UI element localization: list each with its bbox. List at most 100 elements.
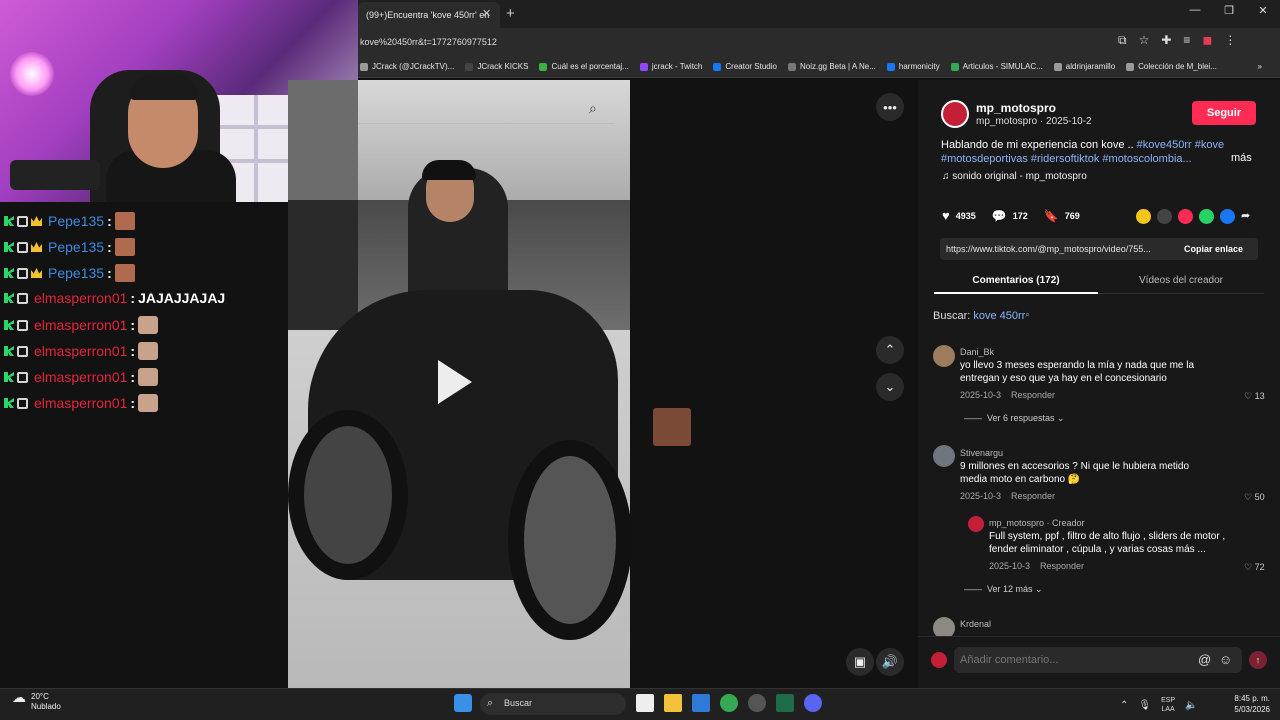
tab-creator-videos[interactable]: Vídeos del creador bbox=[1098, 275, 1264, 286]
new-tab-button[interactable]: + bbox=[506, 5, 515, 22]
app-icon[interactable] bbox=[776, 694, 794, 712]
bookmark-favicon-icon bbox=[787, 62, 796, 71]
comment-like[interactable]: ♡ 50 bbox=[1244, 492, 1265, 503]
coin-icon[interactable] bbox=[1136, 209, 1151, 224]
profile-icon[interactable]: ◼ bbox=[1202, 33, 1212, 48]
save-stat[interactable]: 🔖 769 bbox=[1044, 209, 1080, 223]
pip-button[interactable]: ▣ bbox=[846, 648, 874, 676]
reply-button[interactable]: Responder bbox=[1011, 390, 1055, 400]
emoji-icon[interactable]: ☺ bbox=[1219, 652, 1232, 667]
discord-icon[interactable] bbox=[804, 694, 822, 712]
mention-icon[interactable]: @ bbox=[1198, 652, 1211, 667]
bookmark-item[interactable]: aldrinjaramillo bbox=[1053, 62, 1115, 71]
media-icon[interactable]: ≡ bbox=[1183, 33, 1190, 48]
play-icon[interactable] bbox=[438, 360, 472, 404]
video-player[interactable]: ⌕ bbox=[288, 80, 630, 688]
comment-stat[interactable]: 💬 172 bbox=[992, 209, 1028, 223]
comment-avatar[interactable] bbox=[933, 445, 955, 467]
chat-username[interactable]: elmasperron01 bbox=[34, 317, 127, 333]
comment-author[interactable]: Stivenargu bbox=[960, 448, 1003, 458]
comment-input[interactable] bbox=[960, 654, 1180, 666]
share-arrow-icon[interactable]: ➦ bbox=[1241, 209, 1256, 224]
view-more-replies-button[interactable]: —— Ver 12 más ⌄ bbox=[964, 584, 1043, 595]
search-icon[interactable]: ⌕ bbox=[589, 100, 597, 117]
video-search-bar[interactable] bbox=[358, 94, 614, 124]
browser-tab[interactable]: (99+)Encuentra 'kove 450rr' en bbox=[358, 2, 500, 28]
like-stat[interactable]: ♥ 4935 bbox=[942, 208, 976, 223]
menu-icon[interactable]: ⋮ bbox=[1224, 33, 1236, 48]
chrome-icon[interactable] bbox=[720, 694, 738, 712]
search-suggestion[interactable]: Buscar: kove 450rr⌕ bbox=[933, 310, 1030, 322]
volume-icon[interactable]: 🔈 bbox=[1185, 700, 1197, 711]
chat-username[interactable]: Pepe135 bbox=[48, 265, 104, 281]
facebook-icon[interactable] bbox=[1220, 209, 1235, 224]
copy-link-button[interactable]: Copiar enlace bbox=[1184, 244, 1243, 254]
whatsapp-icon[interactable] bbox=[1199, 209, 1214, 224]
reply-button[interactable]: Responder bbox=[1040, 561, 1084, 571]
more-link[interactable]: más bbox=[1231, 152, 1252, 164]
chat-username[interactable]: elmasperron01 bbox=[34, 395, 127, 411]
embed-icon[interactable] bbox=[1157, 209, 1172, 224]
sound-link[interactable]: ♫ sonido original - mp_motospro bbox=[942, 171, 1087, 182]
maximize-button[interactable]: ❐ bbox=[1212, 4, 1246, 24]
bookmark-item[interactable]: Noiz.gg Beta | A Ne... bbox=[787, 62, 876, 71]
bookmark-item[interactable]: JCrack (@JCrackTV)... bbox=[360, 62, 454, 71]
taskbar-search[interactable]: ⌕ Buscar bbox=[480, 693, 626, 715]
mail-icon[interactable] bbox=[692, 694, 710, 712]
rear-wheel bbox=[508, 440, 630, 640]
reply-author[interactable]: mp_motospro · Creador bbox=[989, 518, 1085, 528]
comment-like[interactable]: ♡ 13 bbox=[1244, 391, 1265, 402]
chat-username[interactable]: elmasperron01 bbox=[34, 343, 127, 359]
tab-close-icon[interactable]: ✕ bbox=[482, 7, 491, 20]
language-indicator[interactable]: ESP LAA bbox=[1161, 696, 1175, 714]
author-avatar[interactable] bbox=[941, 100, 969, 128]
chat-message: Pepe135 : bbox=[4, 264, 135, 282]
view-replies-button[interactable]: —— Ver 6 respuestas ⌄ bbox=[964, 413, 1065, 424]
reply-text: Full system, ppf , filtro de alto flujo … bbox=[989, 531, 1226, 555]
reply-button[interactable]: Responder bbox=[1011, 491, 1055, 501]
send-icon[interactable] bbox=[1178, 209, 1193, 224]
mic-icon[interactable]: 🎙 bbox=[1138, 700, 1151, 711]
chat-username[interactable]: Pepe135 bbox=[48, 213, 104, 229]
bookmark-item[interactable]: harmonicity bbox=[886, 62, 940, 71]
reply-like[interactable]: ♡ 72 bbox=[1244, 562, 1265, 573]
comment-avatar[interactable] bbox=[933, 345, 955, 367]
bookmark-item[interactable]: jcrack - Twitch bbox=[639, 62, 702, 71]
minimize-button[interactable]: — bbox=[1178, 4, 1212, 24]
task-view-icon[interactable] bbox=[636, 694, 654, 712]
bookmark-item[interactable]: Creator Studio bbox=[713, 62, 777, 71]
chat-username[interactable]: Pepe135 bbox=[48, 239, 104, 255]
bookmark-item[interactable]: JCrack KICKS bbox=[465, 62, 528, 71]
bookmark-item[interactable]: Articulos - SIMULAC... bbox=[950, 62, 1043, 71]
previous-video-button[interactable]: ⌃ bbox=[876, 336, 904, 364]
comment-author[interactable]: Dani_Bk bbox=[960, 347, 994, 357]
weather-widget[interactable]: ☁ 20°C Nublado bbox=[12, 690, 61, 712]
volume-button[interactable]: 🔊 bbox=[876, 648, 904, 676]
send-button[interactable]: ↑ bbox=[1249, 651, 1267, 669]
follow-button[interactable]: Seguir bbox=[1192, 101, 1256, 125]
author-name[interactable]: mp_motospro bbox=[976, 101, 1056, 115]
bookmark-item[interactable]: Colección de M_blei... bbox=[1126, 62, 1217, 71]
file-explorer-icon[interactable] bbox=[664, 694, 682, 712]
bookmark-item[interactable]: Cuál es el porcentaj... bbox=[539, 62, 629, 71]
moderator-badge-icon bbox=[17, 319, 28, 331]
tab-comments[interactable]: Comentarios (172) bbox=[934, 275, 1098, 286]
close-window-button[interactable]: ✕ bbox=[1246, 4, 1280, 24]
chevron-up-icon[interactable]: ⌃ bbox=[1120, 700, 1128, 711]
chat-username[interactable]: elmasperron01 bbox=[34, 290, 127, 306]
next-video-button[interactable]: ⌄ bbox=[876, 373, 904, 401]
extensions-icon[interactable]: ✚ bbox=[1161, 33, 1171, 48]
url-text[interactable]: kove%20450rr&t=1772760977512 bbox=[360, 37, 497, 47]
comment-author[interactable]: Krdenal bbox=[960, 619, 991, 629]
reply-avatar[interactable] bbox=[968, 516, 984, 532]
windows-start-icon[interactable] bbox=[454, 694, 472, 712]
more-options-button[interactable]: ••• bbox=[876, 93, 904, 121]
clock[interactable]: 8:45 p. m. 5/03/2026 bbox=[1230, 693, 1270, 715]
chat-username[interactable]: elmasperron01 bbox=[34, 369, 127, 385]
bookmark-star-icon[interactable]: ☆ bbox=[1139, 33, 1150, 48]
bookmarks-overflow-icon[interactable]: » bbox=[1258, 62, 1262, 71]
video-link[interactable]: https://www.tiktok.com/@mp_motospro/vide… bbox=[946, 244, 1176, 254]
obs-icon[interactable] bbox=[748, 694, 766, 712]
cast-icon[interactable]: ⧉ bbox=[1118, 33, 1127, 48]
search-term[interactable]: kove 450rr bbox=[973, 310, 1025, 322]
